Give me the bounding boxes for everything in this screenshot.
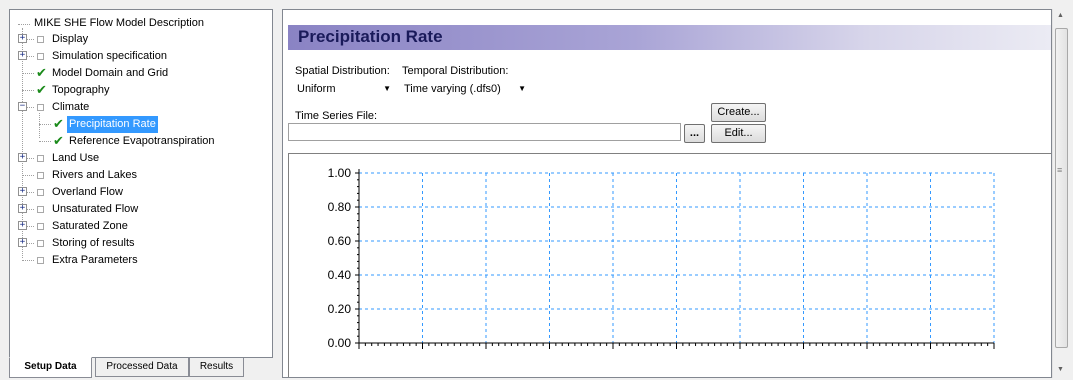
edit-button[interactable]: Edit... xyxy=(711,124,766,143)
panel-header: Precipitation Rate xyxy=(288,25,1051,50)
tree-connector xyxy=(18,24,30,25)
tree-item-extra-parameters[interactable]: Extra Parameters xyxy=(10,252,272,269)
expand-icon[interactable]: + xyxy=(18,204,27,213)
checkmark-icon: ✔ xyxy=(36,82,47,97)
empty-box-icon xyxy=(37,36,44,43)
tree-item-label: Simulation specification xyxy=(52,50,167,62)
expand-icon[interactable]: + xyxy=(18,51,27,60)
y-tick-label: 0.00 xyxy=(328,336,352,350)
precipitation-chart: 1.00 0.80 0.60 0.40 0.20 0.00 xyxy=(288,153,1051,377)
tree-item-label: Overland Flow xyxy=(52,186,123,198)
tree-item-label: Climate xyxy=(52,101,90,113)
tab-results[interactable]: Results xyxy=(189,358,244,377)
scroll-grip-icon: ≡ xyxy=(1057,165,1063,175)
empty-box-icon xyxy=(37,240,44,247)
tree-item-label: Unsaturated Flow xyxy=(52,203,139,215)
tree-item-topography[interactable]: ✔ Topography xyxy=(10,82,272,99)
empty-box-icon xyxy=(37,257,44,264)
checkmark-icon: ✔ xyxy=(53,116,64,131)
tree-item-overland-flow[interactable]: + Overland Flow xyxy=(10,184,272,201)
tree-connector xyxy=(22,260,34,261)
spatial-distribution-select[interactable]: Uniform ▼ xyxy=(295,80,395,98)
tree-item-rivers-and-lakes[interactable]: Rivers and Lakes xyxy=(10,167,272,184)
expand-icon[interactable]: + xyxy=(18,221,27,230)
temporal-distribution-label: Temporal Distribution: xyxy=(402,65,509,77)
tree-item-land-use[interactable]: + Land Use xyxy=(10,150,272,167)
tree-item-label: Model Domain and Grid xyxy=(52,67,169,79)
empty-box-icon xyxy=(37,172,44,179)
tree-item-simulation-specification[interactable]: + Simulation specification xyxy=(10,48,272,65)
tree-item-display[interactable]: + Display xyxy=(10,31,272,48)
browse-button[interactable]: ... xyxy=(684,124,705,143)
tree-item-climate[interactable]: − Climate xyxy=(10,99,272,116)
tree-connector xyxy=(22,175,34,176)
precipitation-panel: Precipitation Rate Spatial Distribution:… xyxy=(282,9,1052,378)
collapse-icon[interactable]: − xyxy=(18,102,27,111)
empty-box-icon xyxy=(37,223,44,230)
temporal-distribution-select[interactable]: Time varying (.dfs0) ▼ xyxy=(402,80,530,98)
empty-box-icon xyxy=(37,189,44,196)
y-tick-label: 0.40 xyxy=(328,268,352,282)
tab-processed-data[interactable]: Processed Data xyxy=(95,358,189,377)
tree-root-label: MIKE SHE Flow Model Description xyxy=(34,17,204,29)
scrollbar-thumb[interactable] xyxy=(1055,28,1068,348)
panel-tabs: Setup Data Processed Data Results xyxy=(9,357,273,378)
scroll-up-arrow-icon[interactable]: ▲ xyxy=(1057,12,1064,19)
tab-setup-data[interactable]: Setup Data xyxy=(9,357,92,378)
empty-box-icon xyxy=(37,53,44,60)
vertical-scrollbar[interactable]: ▲ ≡ ▼ xyxy=(1052,9,1069,378)
tree-item-saturated-zone[interactable]: + Saturated Zone xyxy=(10,218,272,235)
tree-item-storing-of-results[interactable]: + Storing of results xyxy=(10,235,272,252)
tree-item-reference-evapotranspiration[interactable]: ✔ Reference Evapotranspiration xyxy=(10,133,272,150)
model-tree[interactable]: MIKE SHE Flow Model Description + Display… xyxy=(9,9,273,358)
tree-item-label: Extra Parameters xyxy=(52,254,138,266)
chart-canvas: 1.00 0.80 0.60 0.40 0.20 0.00 xyxy=(328,166,995,350)
expand-icon[interactable]: + xyxy=(18,187,27,196)
expand-icon[interactable]: + xyxy=(18,153,27,162)
spatial-distribution-value: Uniform xyxy=(297,83,336,95)
tab-processed-data-label: Processed Data xyxy=(106,361,178,372)
checkmark-icon: ✔ xyxy=(36,65,47,80)
temporal-distribution-value: Time varying (.dfs0) xyxy=(404,83,501,95)
empty-box-icon xyxy=(37,104,44,111)
time-series-file-label: Time Series File: xyxy=(295,110,378,122)
expand-icon[interactable]: + xyxy=(18,34,27,43)
tree-connector xyxy=(39,141,51,142)
time-series-file-input[interactable] xyxy=(288,123,681,141)
chevron-down-icon: ▼ xyxy=(518,84,526,93)
y-tick-label: 0.80 xyxy=(328,200,352,214)
tree-item-precipitation-rate[interactable]: ✔ Precipitation Rate xyxy=(10,116,272,133)
tree-connector xyxy=(22,73,34,74)
chevron-down-icon: ▼ xyxy=(383,84,391,93)
tree-item-label: Storing of results xyxy=(52,237,135,249)
spatial-distribution-label: Spatial Distribution: xyxy=(295,65,390,77)
tree-item-label: Land Use xyxy=(52,152,100,164)
panel-title: Precipitation Rate xyxy=(298,27,443,46)
y-tick-label: 0.20 xyxy=(328,302,352,316)
tab-results-label: Results xyxy=(199,361,234,372)
scroll-down-arrow-icon[interactable]: ▼ xyxy=(1057,366,1064,373)
tree-item-label: Display xyxy=(52,33,89,45)
tree-connector xyxy=(39,124,51,125)
tab-setup-data-label: Setup Data xyxy=(24,361,77,372)
y-tick-label: 1.00 xyxy=(328,166,352,180)
tree-item-label: Saturated Zone xyxy=(52,220,128,232)
tree-item-label: Rivers and Lakes xyxy=(52,169,137,181)
tree-item-label: Precipitation Rate xyxy=(67,116,158,133)
y-tick-label: 0.60 xyxy=(328,234,352,248)
tree-connector xyxy=(22,90,34,91)
empty-box-icon xyxy=(37,206,44,213)
tree-item-model-domain-and-grid[interactable]: ✔ Model Domain and Grid xyxy=(10,65,272,82)
checkmark-icon: ✔ xyxy=(53,133,64,148)
empty-box-icon xyxy=(37,155,44,162)
create-button[interactable]: Create... xyxy=(711,103,766,122)
expand-icon[interactable]: + xyxy=(18,238,27,247)
tree-item-unsaturated-flow[interactable]: + Unsaturated Flow xyxy=(10,201,272,218)
tree-item-label: Topography xyxy=(52,84,110,96)
tree-item-label: Reference Evapotranspiration xyxy=(69,135,215,147)
